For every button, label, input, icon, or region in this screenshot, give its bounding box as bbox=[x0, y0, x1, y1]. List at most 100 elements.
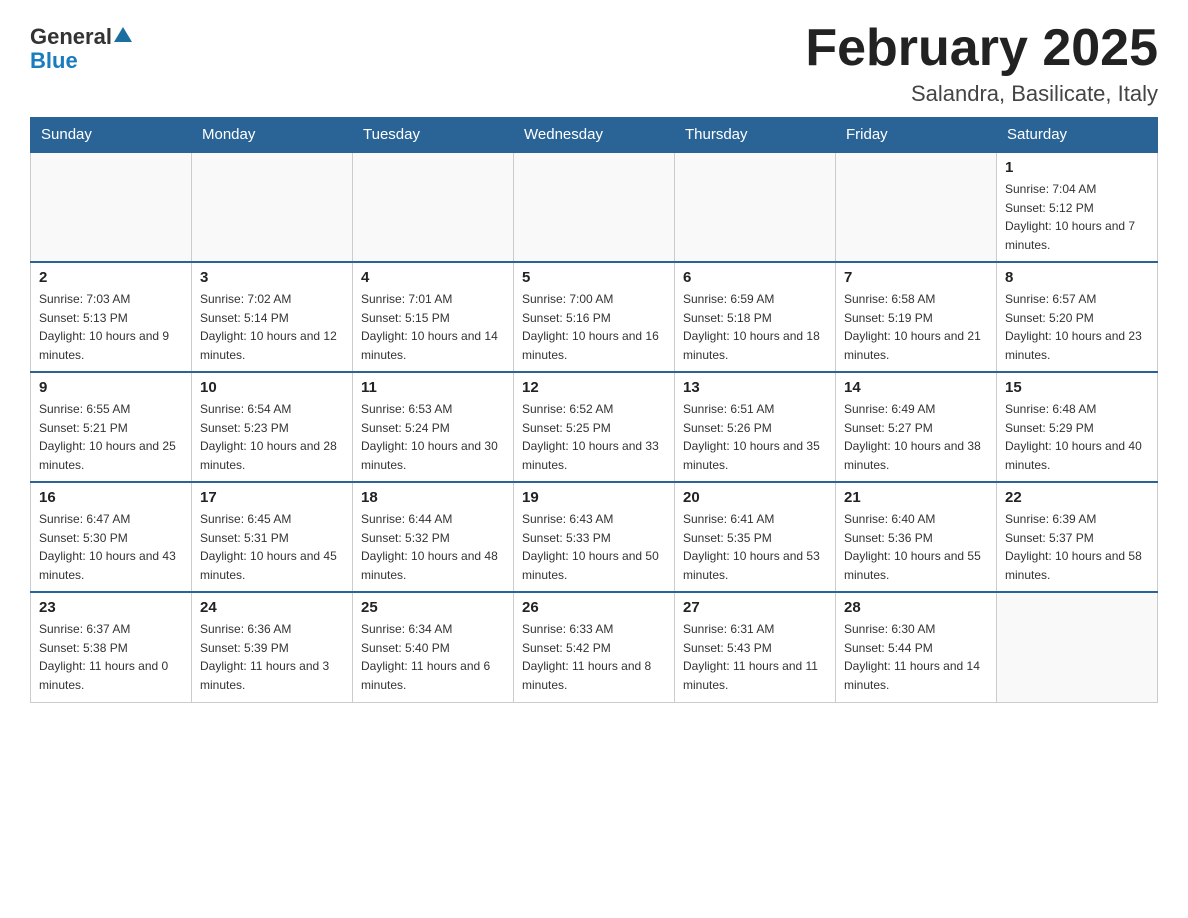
calendar-cell: 5 Sunrise: 7:00 AMSunset: 5:16 PMDaylight… bbox=[514, 262, 675, 372]
day-number: 7 bbox=[844, 269, 988, 286]
day-number: 26 bbox=[522, 599, 666, 616]
calendar-cell: 10 Sunrise: 6:54 AMSunset: 5:23 PMDayligh… bbox=[192, 372, 353, 482]
calendar-cell: 22 Sunrise: 6:39 AMSunset: 5:37 PMDayligh… bbox=[997, 482, 1158, 592]
day-number: 17 bbox=[200, 489, 344, 506]
day-number: 14 bbox=[844, 379, 988, 396]
day-number: 13 bbox=[683, 379, 827, 396]
day-info: Sunrise: 6:55 AMSunset: 5:21 PMDaylight:… bbox=[39, 400, 183, 474]
calendar-cell bbox=[192, 152, 353, 262]
day-number: 2 bbox=[39, 269, 183, 286]
calendar-cell: 8 Sunrise: 6:57 AMSunset: 5:20 PMDaylight… bbox=[997, 262, 1158, 372]
header-saturday: Saturday bbox=[997, 118, 1158, 153]
calendar-cell: 18 Sunrise: 6:44 AMSunset: 5:32 PMDayligh… bbox=[353, 482, 514, 592]
calendar-cell: 25 Sunrise: 6:34 AMSunset: 5:40 PMDayligh… bbox=[353, 592, 514, 702]
day-number: 27 bbox=[683, 599, 827, 616]
calendar-cell: 24Sunrise: 6:36 AMSunset: 5:39 PMDayligh… bbox=[192, 592, 353, 702]
day-info: Sunrise: 7:04 AMSunset: 5:12 PMDaylight:… bbox=[1005, 180, 1149, 254]
day-info: Sunrise: 6:39 AMSunset: 5:37 PMDaylight:… bbox=[1005, 510, 1149, 584]
calendar-cell bbox=[514, 152, 675, 262]
calendar-cell: 14 Sunrise: 6:49 AMSunset: 5:27 PMDayligh… bbox=[836, 372, 997, 482]
day-number: 5 bbox=[522, 269, 666, 286]
day-info: Sunrise: 6:54 AMSunset: 5:23 PMDaylight:… bbox=[200, 400, 344, 474]
day-info: Sunrise: 7:00 AMSunset: 5:16 PMDaylight:… bbox=[522, 290, 666, 364]
day-number: 11 bbox=[361, 379, 505, 396]
day-info: Sunrise: 6:43 AMSunset: 5:33 PMDaylight:… bbox=[522, 510, 666, 584]
calendar-title: February 2025 bbox=[805, 20, 1158, 77]
day-info: Sunrise: 6:58 AMSunset: 5:19 PMDaylight:… bbox=[844, 290, 988, 364]
day-number: 23 bbox=[39, 599, 183, 616]
day-info: Sunrise: 6:48 AMSunset: 5:29 PMDaylight:… bbox=[1005, 400, 1149, 474]
day-info: Sunrise: 6:31 AMSunset: 5:43 PMDaylight:… bbox=[683, 620, 827, 694]
calendar-cell bbox=[836, 152, 997, 262]
day-info: Sunrise: 6:41 AMSunset: 5:35 PMDaylight:… bbox=[683, 510, 827, 584]
day-number: 6 bbox=[683, 269, 827, 286]
calendar-cell: 16 Sunrise: 6:47 AMSunset: 5:30 PMDayligh… bbox=[31, 482, 192, 592]
header-wednesday: Wednesday bbox=[514, 118, 675, 153]
calendar-cell bbox=[675, 152, 836, 262]
day-info: Sunrise: 6:37 AMSunset: 5:38 PMDaylight:… bbox=[39, 620, 183, 694]
day-info: Sunrise: 6:33 AMSunset: 5:42 PMDaylight:… bbox=[522, 620, 666, 694]
header-friday: Friday bbox=[836, 118, 997, 153]
calendar-cell: 4 Sunrise: 7:01 AMSunset: 5:15 PMDaylight… bbox=[353, 262, 514, 372]
calendar-header-row: Sunday Monday Tuesday Wednesday Thursday… bbox=[31, 118, 1158, 153]
title-section: February 2025 Salandra, Basilicate, Ital… bbox=[805, 20, 1158, 107]
calendar-cell: 12Sunrise: 6:52 AMSunset: 5:25 PMDayligh… bbox=[514, 372, 675, 482]
calendar-week-row: 2 Sunrise: 7:03 AMSunset: 5:13 PMDaylight… bbox=[31, 262, 1158, 372]
day-number: 19 bbox=[522, 489, 666, 506]
day-number: 18 bbox=[361, 489, 505, 506]
day-info: Sunrise: 6:45 AMSunset: 5:31 PMDaylight:… bbox=[200, 510, 344, 584]
logo-general: General bbox=[30, 25, 112, 49]
day-info: Sunrise: 6:44 AMSunset: 5:32 PMDaylight:… bbox=[361, 510, 505, 584]
calendar-cell: 6 Sunrise: 6:59 AMSunset: 5:18 PMDaylight… bbox=[675, 262, 836, 372]
day-number: 10 bbox=[200, 379, 344, 396]
day-number: 16 bbox=[39, 489, 183, 506]
day-number: 20 bbox=[683, 489, 827, 506]
day-number: 12 bbox=[522, 379, 666, 396]
day-number: 9 bbox=[39, 379, 183, 396]
logo-blue: Blue bbox=[30, 49, 78, 73]
day-number: 28 bbox=[844, 599, 988, 616]
calendar-cell: 19 Sunrise: 6:43 AMSunset: 5:33 PMDayligh… bbox=[514, 482, 675, 592]
calendar-cell bbox=[31, 152, 192, 262]
day-info: Sunrise: 7:02 AMSunset: 5:14 PMDaylight:… bbox=[200, 290, 344, 364]
header-monday: Monday bbox=[192, 118, 353, 153]
day-info: Sunrise: 7:03 AMSunset: 5:13 PMDaylight:… bbox=[39, 290, 183, 364]
logo-triangle-icon bbox=[114, 27, 132, 42]
calendar-subtitle: Salandra, Basilicate, Italy bbox=[805, 81, 1158, 107]
calendar-cell: 3Sunrise: 7:02 AMSunset: 5:14 PMDaylight… bbox=[192, 262, 353, 372]
calendar-cell: 1 Sunrise: 7:04 AMSunset: 5:12 PMDaylight… bbox=[997, 152, 1158, 262]
day-number: 22 bbox=[1005, 489, 1149, 506]
day-info: Sunrise: 6:57 AMSunset: 5:20 PMDaylight:… bbox=[1005, 290, 1149, 364]
calendar-table: Sunday Monday Tuesday Wednesday Thursday… bbox=[30, 117, 1158, 703]
calendar-cell: 28 Sunrise: 6:30 AMSunset: 5:44 PMDayligh… bbox=[836, 592, 997, 702]
day-number: 4 bbox=[361, 269, 505, 286]
day-info: Sunrise: 7:01 AMSunset: 5:15 PMDaylight:… bbox=[361, 290, 505, 364]
calendar-cell: 9 Sunrise: 6:55 AMSunset: 5:21 PMDaylight… bbox=[31, 372, 192, 482]
day-info: Sunrise: 6:30 AMSunset: 5:44 PMDaylight:… bbox=[844, 620, 988, 694]
calendar-week-row: 1 Sunrise: 7:04 AMSunset: 5:12 PMDaylight… bbox=[31, 152, 1158, 262]
calendar-cell: 27 Sunrise: 6:31 AMSunset: 5:43 PMDayligh… bbox=[675, 592, 836, 702]
day-number: 8 bbox=[1005, 269, 1149, 286]
calendar-cell: 17 Sunrise: 6:45 AMSunset: 5:31 PMDayligh… bbox=[192, 482, 353, 592]
header-thursday: Thursday bbox=[675, 118, 836, 153]
day-info: Sunrise: 6:34 AMSunset: 5:40 PMDaylight:… bbox=[361, 620, 505, 694]
calendar-week-row: 23 Sunrise: 6:37 AMSunset: 5:38 PMDayligh… bbox=[31, 592, 1158, 702]
calendar-cell: 26 Sunrise: 6:33 AMSunset: 5:42 PMDayligh… bbox=[514, 592, 675, 702]
calendar-cell bbox=[353, 152, 514, 262]
logo: General Blue bbox=[30, 20, 132, 73]
calendar-cell: 23 Sunrise: 6:37 AMSunset: 5:38 PMDayligh… bbox=[31, 592, 192, 702]
calendar-cell: 2 Sunrise: 7:03 AMSunset: 5:13 PMDaylight… bbox=[31, 262, 192, 372]
day-number: 1 bbox=[1005, 159, 1149, 176]
page-header: General Blue February 2025 Salandra, Bas… bbox=[30, 20, 1158, 107]
day-info: Sunrise: 6:59 AMSunset: 5:18 PMDaylight:… bbox=[683, 290, 827, 364]
calendar-cell: 21Sunrise: 6:40 AMSunset: 5:36 PMDayligh… bbox=[836, 482, 997, 592]
day-info: Sunrise: 6:51 AMSunset: 5:26 PMDaylight:… bbox=[683, 400, 827, 474]
day-info: Sunrise: 6:49 AMSunset: 5:27 PMDaylight:… bbox=[844, 400, 988, 474]
calendar-cell: 7 Sunrise: 6:58 AMSunset: 5:19 PMDaylight… bbox=[836, 262, 997, 372]
day-info: Sunrise: 6:36 AMSunset: 5:39 PMDaylight:… bbox=[200, 620, 344, 694]
header-sunday: Sunday bbox=[31, 118, 192, 153]
calendar-cell: 11Sunrise: 6:53 AMSunset: 5:24 PMDayligh… bbox=[353, 372, 514, 482]
day-info: Sunrise: 6:47 AMSunset: 5:30 PMDaylight:… bbox=[39, 510, 183, 584]
calendar-week-row: 16 Sunrise: 6:47 AMSunset: 5:30 PMDayligh… bbox=[31, 482, 1158, 592]
day-number: 25 bbox=[361, 599, 505, 616]
